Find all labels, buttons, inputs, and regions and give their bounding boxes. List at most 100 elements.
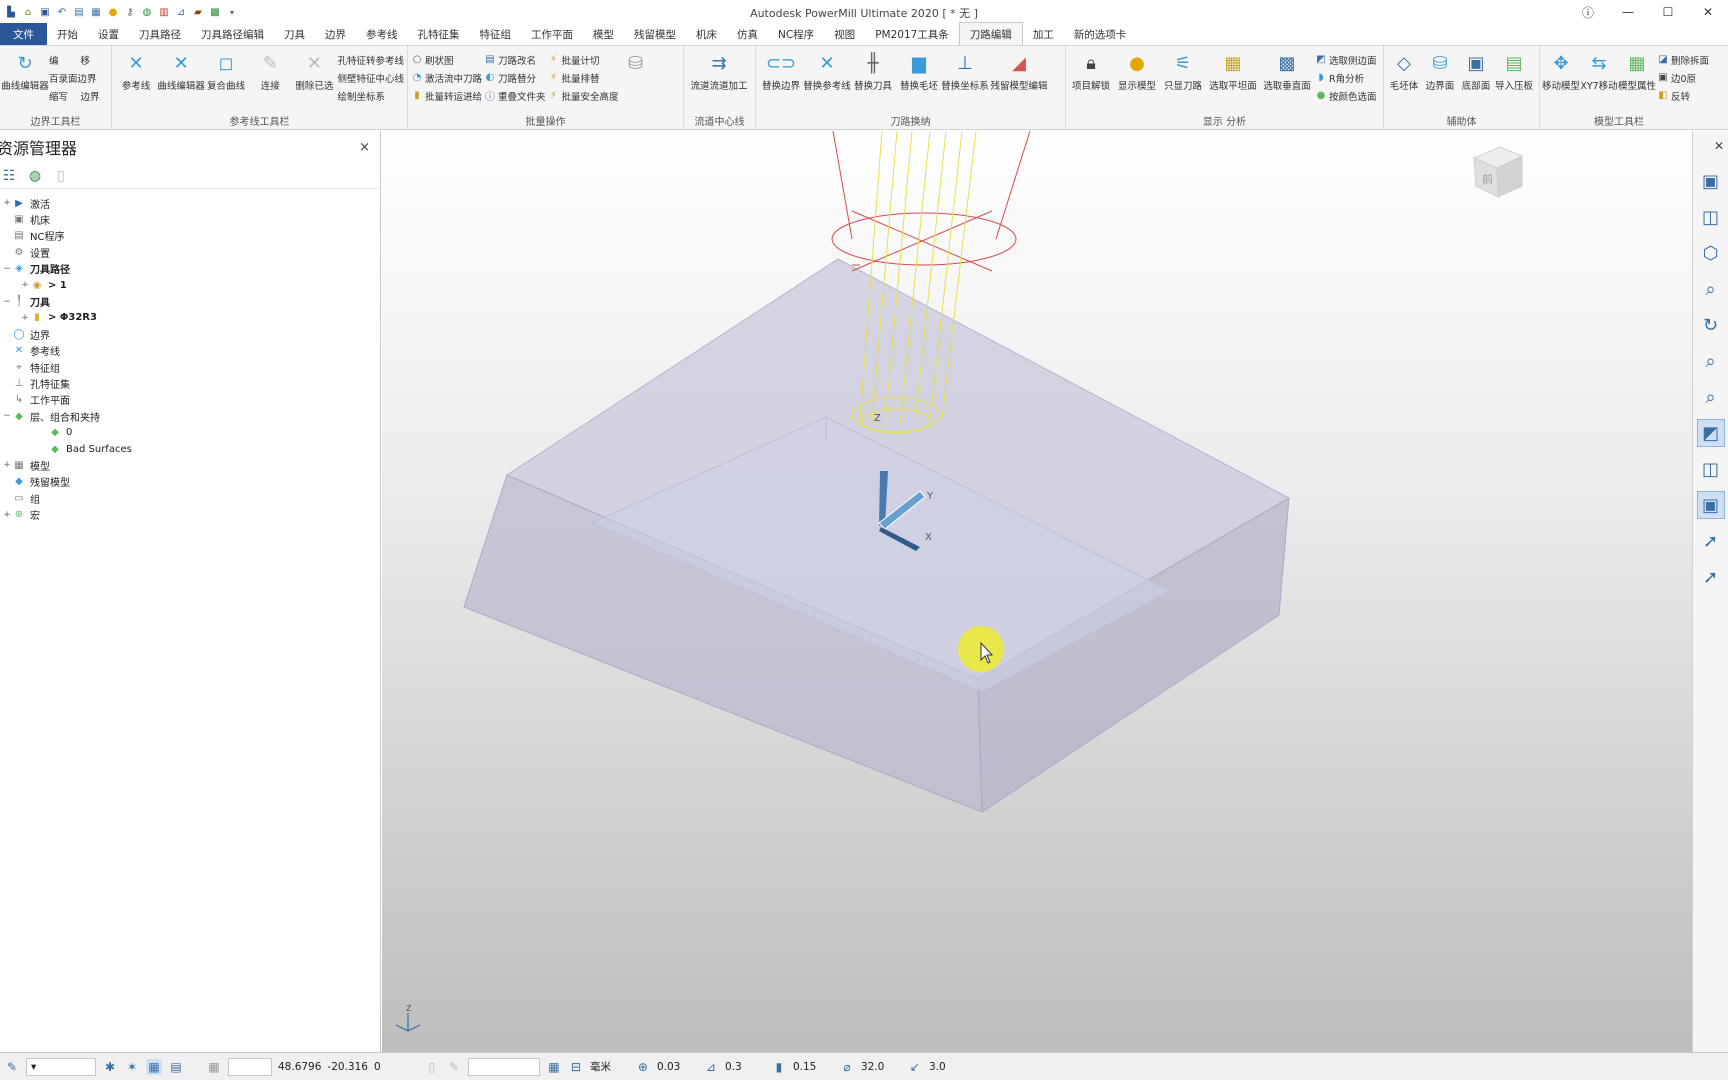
tree-node[interactable]: ◆ 0 xyxy=(0,424,380,440)
sidewall-centerline-button[interactable]: 侧壁特征中心线 xyxy=(338,70,405,85)
radius-analysis-button[interactable]: ◗ R角分析 xyxy=(1315,70,1377,85)
block-icon[interactable]: ▣ xyxy=(1696,491,1725,519)
tolerance-icon[interactable]: ⊕ xyxy=(635,1059,651,1075)
xy-move-button[interactable]: ⇆ XY7移动 xyxy=(1580,50,1617,93)
thickness-icon[interactable]: ⊿ xyxy=(703,1059,719,1075)
angle-icon[interactable]: ↙ xyxy=(907,1059,923,1075)
hole-to-refline-button[interactable]: 孔特征转参考线 xyxy=(338,52,405,67)
tree-node[interactable]: ⌖ 特征组 xyxy=(0,359,380,375)
save-icon[interactable]: ▣ xyxy=(38,5,52,19)
btn-move[interactable]: 移 xyxy=(81,52,100,67)
snap-icon[interactable]: ✱ xyxy=(102,1059,118,1075)
ref-line-button[interactable]: ✕ 参考线 xyxy=(115,50,157,93)
tree-view-icon[interactable]: ☷ xyxy=(2,168,16,184)
btn-activate-flow[interactable]: ◔ 激活流中刀路 xyxy=(411,70,482,85)
btn-batch-calc[interactable]: ⚡ 批量计切 xyxy=(548,52,619,67)
expander-icon[interactable]: − xyxy=(2,264,12,274)
replace-boundary-button[interactable]: ⊂⊃ 替换边界 xyxy=(759,50,803,93)
pointer-icon[interactable]: ➚ xyxy=(1697,563,1725,591)
tab-18[interactable]: 刀路编辑 xyxy=(958,22,1023,45)
btn-boundary[interactable]: 边界 xyxy=(81,88,100,103)
ruler-icon[interactable]: ⊟ xyxy=(568,1059,584,1075)
tab-20[interactable]: 新的选项卡 xyxy=(1064,23,1137,45)
tab-10[interactable]: 工作平面 xyxy=(521,23,583,45)
move-model-button[interactable]: ✥ 移动模型 xyxy=(1542,50,1580,93)
delete-selected-button[interactable]: ✕ 删除已选 xyxy=(293,50,335,93)
tab-0[interactable]: 文件 xyxy=(0,23,47,45)
close-button[interactable]: ✕ xyxy=(1688,0,1728,24)
grid-size-field[interactable] xyxy=(228,1057,272,1076)
app-menu-icon[interactable]: ▙ xyxy=(4,5,18,19)
undo-icon[interactable]: ↶ xyxy=(55,5,69,19)
expander-icon[interactable]: + xyxy=(2,510,12,520)
show-toolpath-only-button[interactable]: ⚟ 只显刀路 xyxy=(1161,50,1205,93)
expander-icon[interactable]: + xyxy=(20,280,30,290)
select-side-button[interactable]: ◩ 选取侧边面 xyxy=(1315,52,1376,67)
expander-icon[interactable]: − xyxy=(2,297,12,307)
measure-icon[interactable]: ✎ xyxy=(446,1059,462,1075)
tab-19[interactable]: 加工 xyxy=(1023,23,1064,45)
tab-9[interactable]: 特征组 xyxy=(470,23,522,45)
tab-7[interactable]: 参考线 xyxy=(356,23,408,45)
color-select-button[interactable]: ● 按颜色选面 xyxy=(1315,88,1377,103)
tree-node[interactable]: ◆ Bad Surfaces xyxy=(0,441,380,457)
curve-editor2-button[interactable]: ✕ 曲线编辑器 xyxy=(157,50,205,93)
graphics-viewport[interactable]: Z Y X 前 Z xyxy=(382,131,1692,1052)
tab-4[interactable]: 刀具路径编辑 xyxy=(191,23,274,45)
grid-icon[interactable]: ▩ xyxy=(208,5,222,19)
blank-body-button[interactable]: ◇ 毛坯体 xyxy=(1387,50,1421,93)
bottom-face-button[interactable]: ▣ 底部面 xyxy=(1459,50,1493,93)
tab-16[interactable]: 视图 xyxy=(824,23,865,45)
tree-node[interactable]: ◯ 边界 xyxy=(0,326,380,342)
tree-node[interactable]: + ▦ 模型 xyxy=(0,457,380,473)
flow-machining-button[interactable]: ⇉ 流道流道加工 xyxy=(687,50,751,93)
composite-curve-button[interactable]: ◻ 复合曲线 xyxy=(205,50,247,93)
tab-2[interactable]: 设置 xyxy=(88,23,129,45)
btn-batch-sort[interactable]: ⚡ 批量排替 xyxy=(548,70,619,85)
tab-14[interactable]: 仿真 xyxy=(727,23,768,45)
tab-13[interactable]: 机床 xyxy=(686,23,727,45)
tab-12[interactable]: 残留模型 xyxy=(624,23,686,45)
tree-node[interactable]: + ▮ > Φ32R3 xyxy=(0,310,380,326)
key-icon[interactable]: ⚷ xyxy=(123,5,137,19)
expander-icon[interactable]: + xyxy=(20,313,30,323)
delete-split-button[interactable]: ◪ 删除拆面 xyxy=(1657,52,1709,67)
replace-refline-button[interactable]: ✕ 替换参考线 xyxy=(803,50,851,93)
view-iso-icon[interactable]: ▣ xyxy=(1697,167,1725,195)
minimize-button[interactable]: — xyxy=(1608,0,1648,24)
tab-6[interactable]: 边界 xyxy=(315,23,356,45)
layer-icon[interactable]: ▤ xyxy=(168,1059,184,1075)
grid-icon[interactable]: ▦ xyxy=(206,1059,222,1075)
tree-node[interactable]: ↳ 工作平面 xyxy=(0,392,380,408)
expander-icon[interactable]: − xyxy=(2,411,12,421)
zoom-icon[interactable]: ⌕ xyxy=(1697,275,1725,303)
import-clamp-button[interactable]: ▤ 导入压板 xyxy=(1495,50,1533,93)
stepover-icon[interactable]: ▮ xyxy=(771,1059,787,1075)
toolbar-icon-2[interactable]: ▦ xyxy=(89,5,103,19)
residual-model-edit-button[interactable]: ◢ 残留模型编辑 xyxy=(989,50,1049,93)
tree-node[interactable]: − ╿ 刀具 xyxy=(0,293,380,309)
select-vertical-button[interactable]: ▩ 选取垂直面 xyxy=(1261,50,1313,93)
model-props-button[interactable]: ▦ 模型属性 xyxy=(1618,50,1656,93)
tab-15[interactable]: NC程序 xyxy=(768,23,824,45)
tree-node[interactable]: ⚙ 设置 xyxy=(0,244,380,260)
dropdown-icon[interactable]: ▾ xyxy=(225,5,239,19)
refresh-icon[interactable]: ↻ xyxy=(1697,311,1725,339)
view-cube[interactable]: 前 xyxy=(1472,146,1524,198)
globe-view-icon[interactable]: ◍ xyxy=(28,168,42,184)
tree-node[interactable]: ▤ NC程序 xyxy=(0,228,380,244)
open-icon[interactable]: ⌂ xyxy=(21,5,35,19)
replace-coord-button[interactable]: ⊥ 替换坐标系 xyxy=(941,50,989,93)
expander-icon[interactable]: + xyxy=(2,198,12,208)
replace-tool-button[interactable]: ╫ 替换刀具 xyxy=(851,50,895,93)
explorer-close-button[interactable]: × xyxy=(359,140,370,155)
zoom-box-icon[interactable]: ⌕ xyxy=(1697,383,1725,411)
tree-node[interactable]: ⊥ 孔特征集 xyxy=(0,375,380,391)
input-field[interactable] xyxy=(467,1057,540,1076)
maximize-button[interactable]: ☐ xyxy=(1648,0,1688,24)
boundary-face-button[interactable]: ⛁ 边界面 xyxy=(1423,50,1457,93)
shaded-icon[interactable]: ◩ xyxy=(1696,419,1725,447)
replace-blank-button[interactable]: ▆ 替换毛坯 xyxy=(897,50,941,93)
lock-coord-icon[interactable]: ▯ xyxy=(424,1059,440,1075)
tab-1[interactable]: 开始 xyxy=(47,23,88,45)
